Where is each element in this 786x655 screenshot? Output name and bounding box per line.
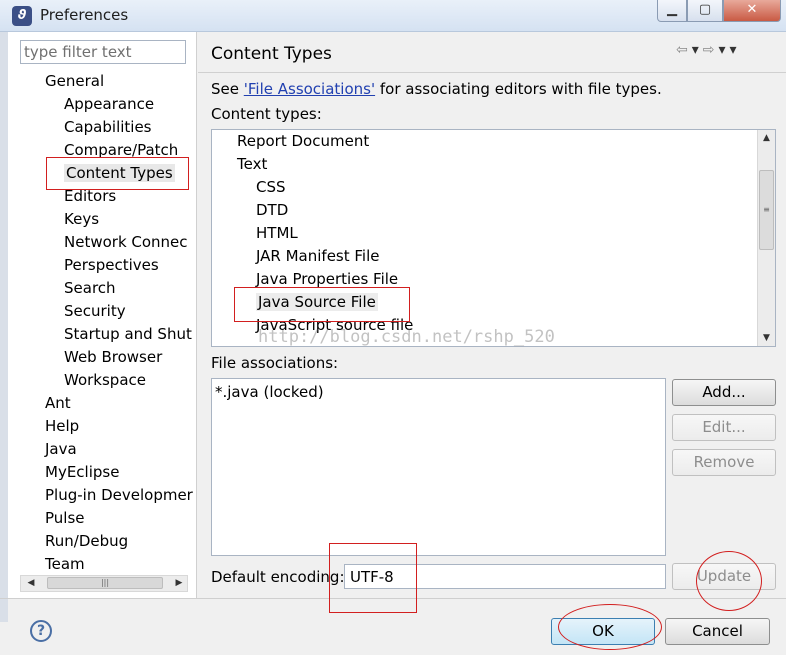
scroll-thumb[interactable]: ≡ bbox=[759, 170, 774, 250]
window-title: Preferences bbox=[40, 6, 129, 24]
title-bar: ϑ Preferences ▁ ▢ ✕ bbox=[0, 0, 786, 32]
tree-item[interactable]: Startup and Shut bbox=[64, 323, 192, 346]
back-arrow-icon[interactable]: ⇦ bbox=[676, 42, 692, 58]
tree-item-label: Java bbox=[45, 440, 77, 458]
tree-item[interactable]: Plug-in Developmer bbox=[45, 484, 193, 507]
remove-button[interactable]: Remove bbox=[672, 449, 776, 476]
tree-item-label: Ant bbox=[45, 394, 71, 412]
tree-item-label: Capabilities bbox=[64, 118, 152, 136]
tree-item-label: Search bbox=[64, 279, 116, 297]
tree-item[interactable]: Web Browser bbox=[64, 346, 162, 369]
tree-item-label: Security bbox=[64, 302, 126, 320]
tree-item-label: Help bbox=[45, 417, 80, 435]
tree-item[interactable]: Workspace bbox=[64, 369, 146, 392]
list-item[interactable]: HTML bbox=[256, 222, 298, 245]
tree-item[interactable]: Search bbox=[64, 277, 116, 300]
window-left-edge bbox=[0, 32, 8, 622]
tree-item-label: Network Connec bbox=[64, 233, 188, 251]
tree-item-label: Run/Debug bbox=[45, 532, 129, 550]
eclipse-app-icon: ϑ bbox=[12, 6, 32, 26]
list-item-label: JAR Manifest File bbox=[256, 247, 380, 265]
file-associations-link[interactable]: 'File Associations' bbox=[244, 80, 375, 98]
tree-item[interactable]: Network Connec bbox=[64, 231, 188, 254]
tree-item[interactable]: Team bbox=[45, 553, 85, 576]
back-dropdown-icon[interactable]: ▾ bbox=[692, 42, 703, 58]
scroll-thumb[interactable]: ||| bbox=[47, 577, 163, 589]
content-types-scrollbar[interactable]: ▲ ≡ ▼ bbox=[757, 130, 775, 346]
list-item[interactable]: Text bbox=[237, 153, 267, 176]
tree-item[interactable]: Ant bbox=[45, 392, 71, 415]
watermark: http://blog.csdn.net/rshp_520 bbox=[258, 327, 555, 347]
tree-item-label: Pulse bbox=[45, 509, 85, 527]
file-associations-label: File associations: bbox=[211, 354, 339, 372]
tree-horizontal-scrollbar[interactable]: ◀ ||| ▶ bbox=[20, 575, 188, 592]
tree-item-label: MyEclipse bbox=[45, 463, 120, 481]
scroll-up-icon[interactable]: ▲ bbox=[758, 130, 775, 146]
tree-item[interactable]: Appearance bbox=[64, 93, 154, 116]
hint-prefix: See bbox=[211, 80, 244, 98]
list-item-label: HTML bbox=[256, 224, 298, 242]
tree-item-label: Perspectives bbox=[64, 256, 159, 274]
edit-button[interactable]: Edit... bbox=[672, 414, 776, 441]
file-associations-hint: See 'File Associations' for associating … bbox=[211, 80, 662, 98]
default-encoding-label: Default encoding: bbox=[211, 568, 345, 586]
list-item-label: DTD bbox=[256, 201, 289, 219]
scroll-right-icon[interactable]: ▶ bbox=[171, 576, 187, 591]
tree-item-label: Appearance bbox=[64, 95, 155, 113]
close-icon[interactable]: ✕ bbox=[723, 0, 781, 22]
hint-suffix: for associating editors with file types. bbox=[375, 80, 662, 98]
cancel-button[interactable]: Cancel bbox=[665, 618, 770, 645]
tree-item[interactable]: Capabilities bbox=[64, 116, 152, 139]
preference-tree-pane: GeneralAppearanceCapabilitiesCompare/Pat… bbox=[8, 32, 197, 598]
tree-item[interactable]: Help bbox=[45, 415, 79, 438]
tree-item[interactable]: MyEclipse bbox=[45, 461, 119, 484]
forward-dropdown-icon[interactable]: ▾ bbox=[719, 42, 730, 58]
list-item[interactable]: *.java (locked) bbox=[215, 381, 324, 403]
header-divider bbox=[198, 72, 786, 73]
scroll-left-icon[interactable]: ◀ bbox=[23, 576, 39, 591]
page-nav-toolbar: ⇦▾⇨▾▾ bbox=[676, 42, 741, 58]
tree-item-label: Workspace bbox=[64, 371, 146, 389]
tree-item[interactable]: Security bbox=[64, 300, 126, 323]
view-menu-icon[interactable]: ▾ bbox=[730, 42, 741, 58]
tree-item[interactable]: Perspectives bbox=[64, 254, 159, 277]
annotation-box-java-source bbox=[234, 287, 410, 322]
filter-input[interactable] bbox=[20, 40, 186, 64]
tree-item-label: Plug-in Developmer bbox=[45, 486, 193, 504]
help-icon[interactable]: ? bbox=[30, 620, 52, 642]
file-associations-list[interactable]: *.java (locked) bbox=[211, 378, 666, 556]
content-types-label: Content types: bbox=[211, 105, 322, 123]
annotation-circle-update bbox=[696, 551, 762, 611]
list-item[interactable]: DTD bbox=[256, 199, 288, 222]
tree-item[interactable]: General bbox=[45, 70, 104, 93]
preference-tree: General Appearance Capabilities Compare/Pat… bbox=[8, 70, 197, 584]
add-button[interactable]: Add... bbox=[672, 379, 776, 406]
tree-item[interactable]: Keys bbox=[64, 208, 99, 231]
list-item-label: Text bbox=[237, 155, 268, 173]
tree-item[interactable]: Run/Debug bbox=[45, 530, 128, 553]
forward-arrow-icon[interactable]: ⇨ bbox=[703, 42, 719, 58]
tree-item-label: Startup and Shut bbox=[64, 325, 192, 343]
tree-item-label: Team bbox=[45, 555, 85, 573]
annotation-circle-ok bbox=[558, 604, 662, 650]
annotation-box-content-types bbox=[46, 157, 189, 190]
list-item[interactable]: CSS bbox=[256, 176, 286, 199]
list-item[interactable]: Report Document bbox=[237, 130, 369, 153]
tree-item-label: Web Browser bbox=[64, 348, 163, 366]
page-title: Content Types bbox=[211, 44, 332, 64]
minimize-icon[interactable]: ▁ bbox=[657, 0, 687, 22]
list-item[interactable]: JAR Manifest File bbox=[256, 245, 380, 268]
tree-item[interactable]: Pulse bbox=[45, 507, 85, 530]
maximize-icon[interactable]: ▢ bbox=[687, 0, 723, 22]
tree-item-label: Keys bbox=[64, 210, 100, 228]
annotation-box-encoding bbox=[329, 543, 417, 613]
list-item-label: Report Document bbox=[237, 132, 370, 150]
list-item-label: Java Properties File bbox=[256, 270, 399, 288]
tree-item[interactable]: Java bbox=[45, 438, 77, 461]
tree-item-label: General bbox=[45, 72, 105, 90]
scroll-down-icon[interactable]: ▼ bbox=[758, 330, 775, 346]
list-item-label: CSS bbox=[256, 178, 286, 196]
